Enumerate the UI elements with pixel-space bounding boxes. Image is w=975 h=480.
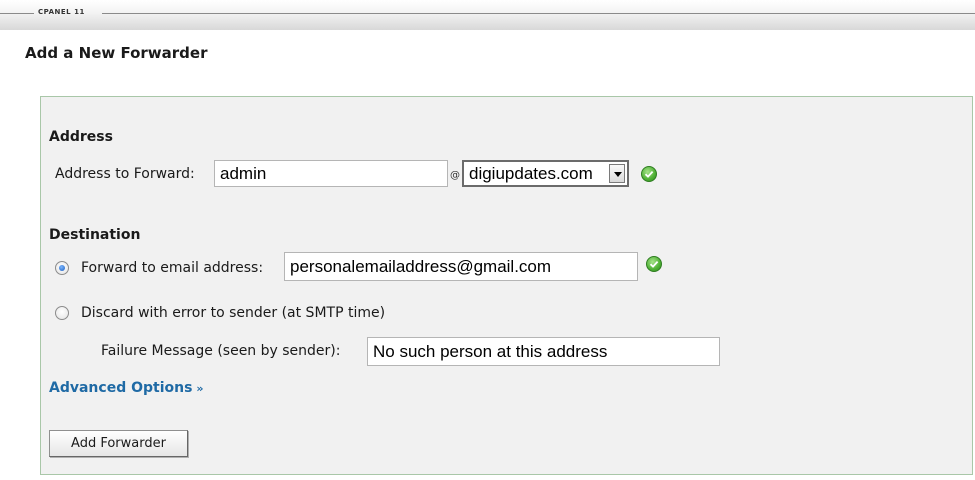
forward-email-input[interactable] bbox=[284, 252, 638, 281]
cpanel-header-bar: CPANEL 11 bbox=[0, 0, 975, 30]
discard-label: Discard with error to sender (at SMTP ti… bbox=[81, 305, 386, 321]
address-valid-check-icon bbox=[641, 166, 657, 182]
domain-select[interactable]: digiupdates.com bbox=[462, 160, 629, 187]
forwarder-form-panel: Address Address to Forward: @ digiupdate… bbox=[40, 96, 973, 475]
add-forwarder-button[interactable]: Add Forwarder bbox=[49, 430, 188, 457]
header-rule-left bbox=[0, 13, 34, 14]
header-rule-right bbox=[102, 13, 975, 14]
at-symbol: @ bbox=[450, 170, 460, 181]
advanced-options-label: Advanced Options bbox=[49, 380, 193, 396]
address-section-title: Address bbox=[49, 129, 113, 145]
failure-message-input[interactable] bbox=[367, 337, 720, 366]
double-chevron-right-icon: » bbox=[196, 382, 204, 395]
destination-section-title: Destination bbox=[49, 227, 141, 243]
address-to-forward-label: Address to Forward: bbox=[55, 166, 195, 182]
chevron-down-icon[interactable] bbox=[609, 164, 625, 183]
page-title: Add a New Forwarder bbox=[25, 44, 208, 62]
forward-email-label: Forward to email address: bbox=[81, 260, 264, 276]
advanced-options-link[interactable]: Advanced Options» bbox=[49, 380, 204, 396]
address-to-forward-input[interactable] bbox=[214, 160, 448, 187]
discard-radio[interactable] bbox=[55, 306, 69, 320]
failure-message-label: Failure Message (seen by sender): bbox=[101, 343, 341, 359]
cpanel-logo: CPANEL 11 bbox=[38, 8, 85, 16]
forward-email-valid-check-icon bbox=[646, 256, 662, 272]
forward-email-radio[interactable] bbox=[55, 261, 69, 275]
domain-select-value: digiupdates.com bbox=[469, 164, 593, 183]
